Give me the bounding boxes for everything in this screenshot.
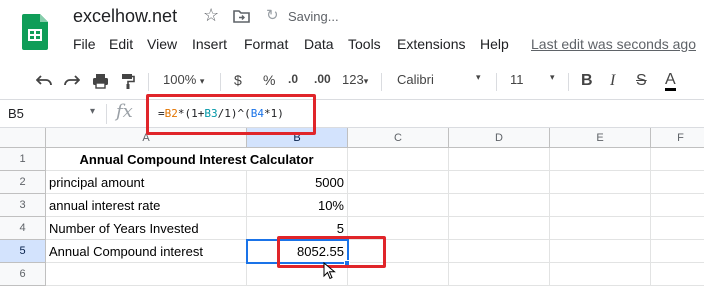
font-family-select[interactable]: Calibri: [397, 72, 434, 87]
cell-a1[interactable]: Annual Compound Interest Calculator: [46, 148, 348, 171]
chevron-down-icon[interactable]: ▾: [90, 106, 95, 117]
decrease-decimal-button[interactable]: .0: [288, 72, 298, 86]
cell[interactable]: [449, 263, 550, 286]
column-header-d[interactable]: D: [449, 128, 550, 148]
cell[interactable]: [449, 217, 550, 240]
cell[interactable]: [449, 194, 550, 217]
row-header-2[interactable]: 2: [0, 171, 46, 194]
cell[interactable]: [651, 240, 704, 263]
title-area: excelhow.net ☆ ↻ Saving... File Edit Vie…: [0, 0, 704, 64]
formula-highlight-box: [146, 94, 316, 135]
sync-icon: ↻: [266, 7, 279, 24]
text-color-icon[interactable]: A: [665, 72, 676, 91]
bold-button[interactable]: B: [581, 72, 593, 90]
name-box[interactable]: B5: [8, 106, 24, 121]
print-icon[interactable]: [92, 73, 109, 89]
cell[interactable]: [550, 171, 651, 194]
column-header-e[interactable]: E: [550, 128, 651, 148]
document-title[interactable]: excelhow.net: [73, 6, 177, 27]
cell[interactable]: [449, 240, 550, 263]
column-header-f[interactable]: F: [651, 128, 704, 148]
row-header-6[interactable]: 6: [0, 263, 46, 286]
last-edit-link[interactable]: Last edit was seconds ago: [531, 36, 696, 52]
cell[interactable]: [348, 148, 449, 171]
cell[interactable]: [651, 171, 704, 194]
more-formats-label: 123: [342, 72, 364, 87]
cell-b3[interactable]: 10%: [247, 194, 348, 217]
font-family-value: Calibri: [397, 72, 434, 87]
cell-a2[interactable]: principal amount: [46, 171, 247, 194]
cell[interactable]: [449, 171, 550, 194]
menu-help[interactable]: Help: [480, 36, 509, 52]
select-all-corner[interactable]: [0, 128, 46, 148]
currency-format-button[interactable]: $: [234, 72, 242, 88]
cell-a4[interactable]: Number of Years Invested: [46, 217, 247, 240]
cell[interactable]: [550, 240, 651, 263]
cell[interactable]: [46, 263, 247, 286]
row-header-4[interactable]: 4: [0, 217, 46, 240]
mouse-cursor-icon: [323, 262, 336, 280]
column-header-c[interactable]: C: [348, 128, 449, 148]
zoom-value: 100%: [163, 72, 197, 87]
increase-decimal-button[interactable]: .00: [314, 72, 331, 86]
cell[interactable]: [651, 148, 704, 171]
fx-icon: fx: [116, 101, 133, 122]
cell[interactable]: [348, 194, 449, 217]
row-header-5[interactable]: 5: [0, 240, 46, 263]
move-folder-icon[interactable]: [233, 9, 250, 23]
more-formats-select[interactable]: 123▾: [342, 72, 368, 87]
menu-edit[interactable]: Edit: [109, 36, 133, 52]
chevron-down-icon[interactable]: ▾: [550, 72, 555, 83]
cell[interactable]: [651, 194, 704, 217]
cell[interactable]: [651, 263, 704, 286]
chevron-down-icon: ▾: [363, 76, 369, 86]
zoom-select[interactable]: 100% ▾: [163, 72, 204, 87]
row-header-3[interactable]: 3: [0, 194, 46, 217]
menu-file[interactable]: File: [73, 36, 96, 52]
menu-tools[interactable]: Tools: [348, 36, 381, 52]
undo-icon[interactable]: [36, 75, 52, 87]
italic-button[interactable]: I: [610, 72, 615, 90]
cell[interactable]: [348, 171, 449, 194]
font-size-select[interactable]: 11: [510, 72, 524, 87]
strikethrough-button[interactable]: S: [636, 72, 647, 90]
cell[interactable]: [550, 263, 651, 286]
star-icon[interactable]: ☆: [203, 5, 219, 26]
cell-a3[interactable]: annual interest rate: [46, 194, 247, 217]
chevron-down-icon[interactable]: ▾: [476, 72, 481, 83]
chevron-down-icon: ▾: [199, 76, 205, 86]
cell[interactable]: [550, 217, 651, 240]
cell[interactable]: [550, 148, 651, 171]
row-header-1[interactable]: 1: [0, 148, 46, 171]
toolbar: 100% ▾ $ % .0 .00 123▾ Calibri ▾ 11 ▾ B …: [0, 64, 704, 100]
menu-insert[interactable]: Insert: [192, 36, 227, 52]
menu-data[interactable]: Data: [304, 36, 334, 52]
formula-bar: B5 ▾ fx =B2*(1+B3/1)^(B4*1): [0, 100, 704, 128]
cell[interactable]: [550, 194, 651, 217]
paint-format-icon[interactable]: [121, 73, 135, 90]
saving-status: Saving...: [288, 9, 339, 24]
menu-extensions[interactable]: Extensions: [397, 36, 465, 52]
cell-b2[interactable]: 5000: [247, 171, 348, 194]
menu-view[interactable]: View: [147, 36, 177, 52]
cell[interactable]: [449, 148, 550, 171]
font-size-value: 11: [510, 72, 524, 87]
redo-icon[interactable]: [64, 75, 80, 87]
percent-format-button[interactable]: %: [263, 72, 275, 88]
sheets-logo-icon[interactable]: [22, 14, 48, 50]
cell-a5[interactable]: Annual Compound interest: [46, 240, 247, 263]
cell[interactable]: [651, 217, 704, 240]
menu-format[interactable]: Format: [244, 36, 288, 52]
